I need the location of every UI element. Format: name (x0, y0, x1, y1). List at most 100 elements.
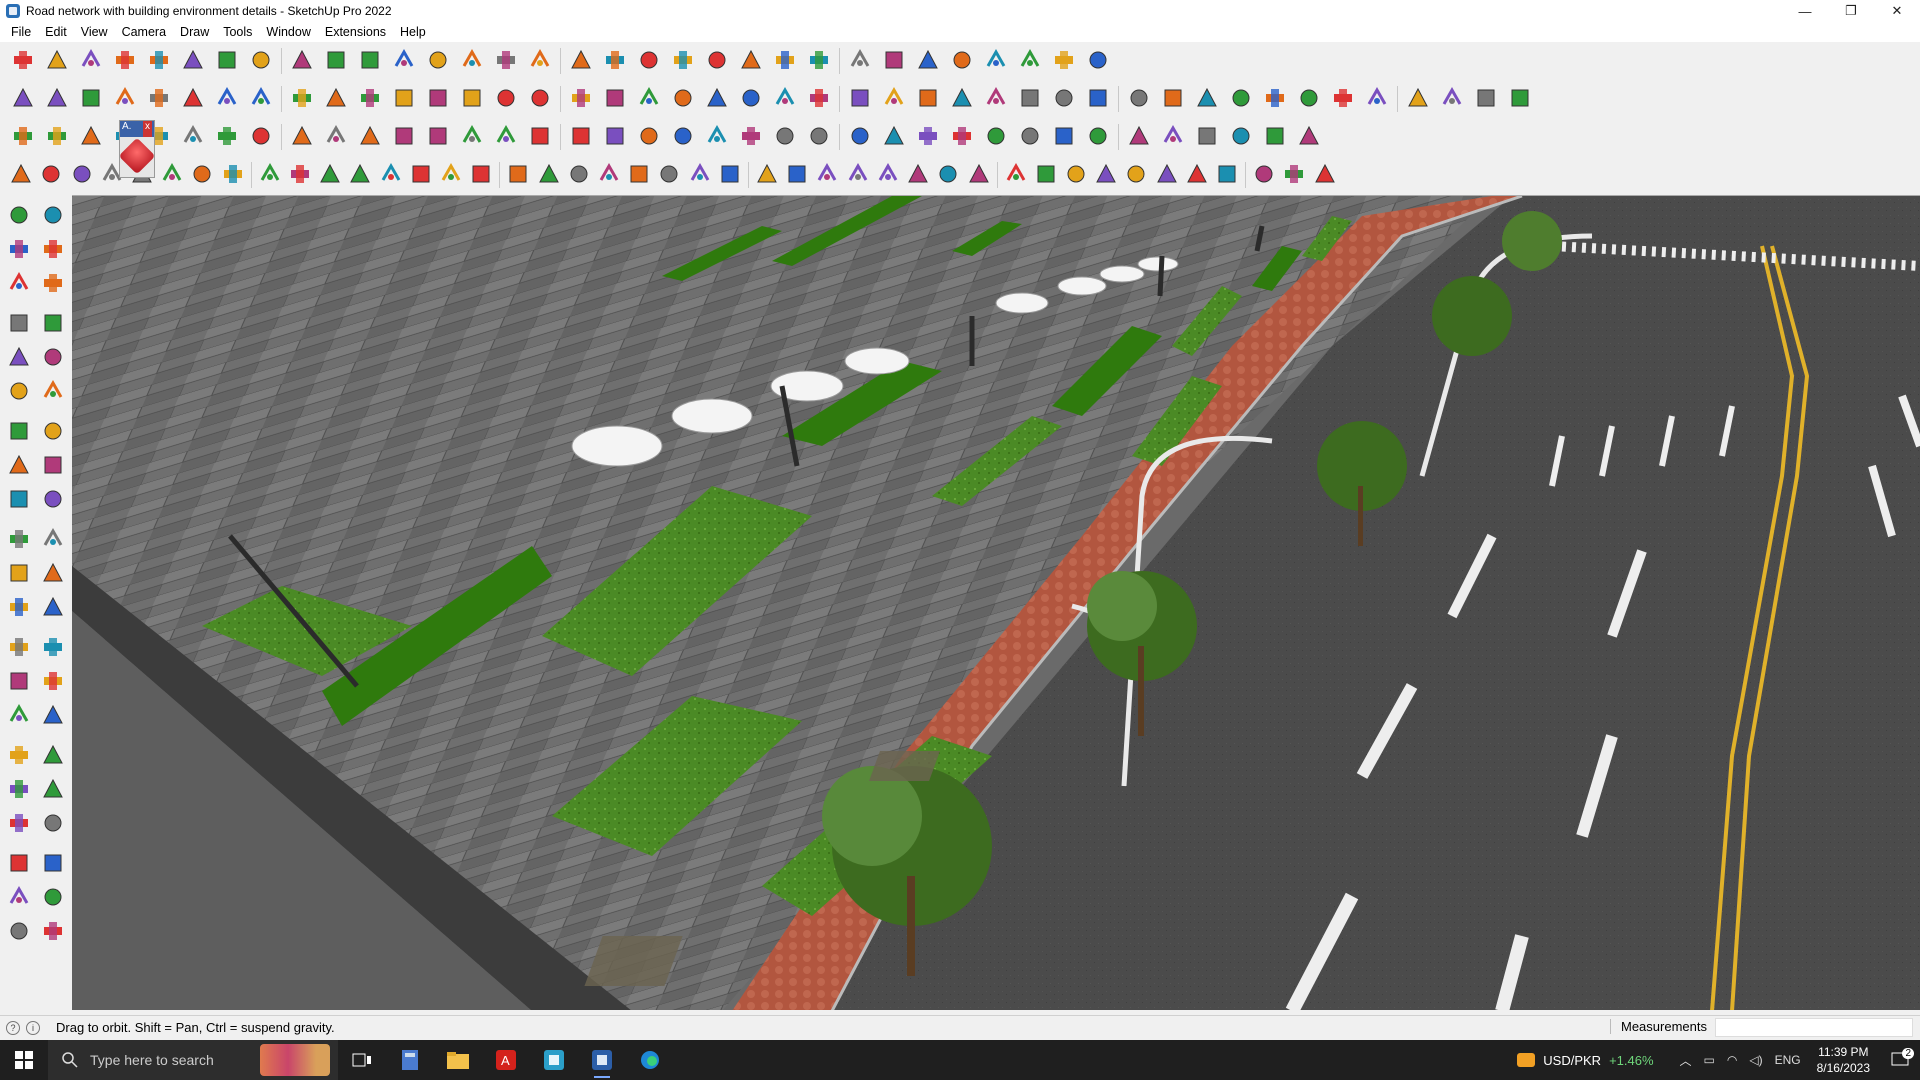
cube-red-button[interactable] (947, 122, 977, 152)
shape-parallelogram-button[interactable] (1015, 84, 1045, 114)
outliner-tool[interactable] (38, 917, 68, 947)
tape-measure-button[interactable] (389, 46, 419, 76)
waffle-button[interactable] (1158, 122, 1188, 152)
follow-me-tool[interactable] (38, 525, 68, 555)
hatch4-button[interactable] (1093, 160, 1119, 190)
zoom-extents-tool[interactable] (4, 775, 34, 805)
rock-button[interactable] (1312, 160, 1338, 190)
calculator-icon[interactable] (386, 1040, 434, 1080)
sketchup-taskbar-icon[interactable] (578, 1040, 626, 1080)
rotated-rect-tool[interactable] (38, 343, 68, 373)
zoom-prev-tool[interactable] (38, 775, 68, 805)
zoom-window-tool[interactable] (38, 741, 68, 771)
slope-button[interactable] (1251, 160, 1277, 190)
red-line-button[interactable] (438, 160, 464, 190)
layers-button[interactable] (736, 46, 766, 76)
blue-cross-button[interactable] (566, 122, 596, 152)
pan-button[interactable] (525, 46, 555, 76)
leaf-button[interactable] (656, 160, 682, 190)
close-button[interactable]: ✕ (1874, 0, 1920, 22)
sphere-wire-button[interactable] (317, 160, 343, 190)
zoom-extents-button[interactable] (600, 46, 630, 76)
arrows-button[interactable] (814, 160, 840, 190)
layers-tool[interactable] (4, 917, 34, 947)
strands-button[interactable] (1281, 160, 1307, 190)
stairs2-button[interactable] (905, 160, 931, 190)
shape-ellipse-button[interactable] (981, 84, 1011, 114)
columns-button[interactable] (566, 160, 592, 190)
loop-button[interactable] (212, 122, 242, 152)
sandbox-button[interactable] (355, 84, 385, 114)
gray-tile-button[interactable] (178, 122, 208, 152)
red-square-button[interactable] (246, 122, 276, 152)
measurements-field[interactable] (1715, 1018, 1913, 1037)
gem-button[interactable] (1015, 122, 1045, 152)
front-view-button[interactable] (178, 84, 208, 114)
line-tool[interactable] (4, 309, 34, 339)
text-tool[interactable] (38, 633, 68, 663)
blue-tile-button[interactable] (42, 122, 72, 152)
curve-button[interactable] (1158, 84, 1188, 114)
rotate-button[interactable] (321, 46, 351, 76)
tree-button[interactable] (913, 122, 943, 152)
warehouse-button[interactable] (770, 84, 800, 114)
geo-location-icon[interactable]: ? (6, 1020, 20, 1035)
ladder-button[interactable] (717, 160, 743, 190)
car-button[interactable] (68, 160, 94, 190)
orbit-tool-tool[interactable] (38, 201, 68, 231)
paint-bucket-button[interactable] (178, 46, 208, 76)
scatter-button[interactable] (1226, 122, 1256, 152)
grid-button[interactable] (1328, 84, 1358, 114)
undo-button[interactable] (1015, 46, 1045, 76)
dimension-button[interactable] (947, 46, 977, 76)
menu-view[interactable]: View (74, 25, 115, 39)
zoom-button[interactable] (8, 46, 38, 76)
walk-tool[interactable] (4, 849, 34, 879)
zoom-tool[interactable] (4, 741, 34, 771)
cube-wire-button[interactable] (287, 160, 313, 190)
yellow-tile-button[interactable] (76, 122, 106, 152)
start-button[interactable] (0, 1040, 48, 1080)
section-plane-button[interactable] (634, 46, 664, 76)
polygon-button[interactable] (159, 160, 185, 190)
hatch2-button[interactable] (1033, 160, 1059, 190)
feather-button[interactable] (754, 160, 780, 190)
stairs-button[interactable] (913, 46, 943, 76)
shoe-button[interactable] (468, 160, 494, 190)
info-icon[interactable]: i (26, 1020, 40, 1035)
circle-tool[interactable] (4, 377, 34, 407)
section-button[interactable] (389, 84, 419, 114)
house-button[interactable] (702, 84, 732, 114)
move-tool[interactable] (4, 485, 34, 515)
menu-help[interactable]: Help (393, 25, 433, 39)
hatch-button[interactable] (1003, 160, 1029, 190)
hand-button[interactable] (626, 160, 652, 190)
scale-tool[interactable] (4, 559, 34, 589)
top-view-button[interactable] (144, 84, 174, 114)
bottom-view-button[interactable] (321, 84, 351, 114)
monochrome-button[interactable] (668, 84, 698, 114)
waffle2-button[interactable] (1192, 122, 1222, 152)
paint-button[interactable] (457, 46, 487, 76)
menu-extensions[interactable]: Extensions (318, 25, 393, 39)
iso-view-button[interactable] (110, 84, 140, 114)
styles-button[interactable] (76, 84, 106, 114)
shape-polygon-button[interactable] (947, 84, 977, 114)
x-ray-button[interactable] (457, 84, 487, 114)
restore-button[interactable]: ❐ (1828, 0, 1874, 22)
protractor-button[interactable] (981, 46, 1011, 76)
language-indicator[interactable]: ENG (1775, 1053, 1801, 1067)
3d-text-tool[interactable] (38, 667, 68, 697)
flatten-button[interactable] (1362, 84, 1392, 114)
smoove-button[interactable] (1471, 84, 1501, 114)
camera-button[interactable] (804, 46, 834, 76)
cone-button[interactable] (600, 122, 630, 152)
back-view-button[interactable] (246, 84, 276, 114)
vent-button[interactable] (1123, 160, 1149, 190)
ruby-gem-icon[interactable] (118, 137, 156, 175)
green-cross-button[interactable] (525, 122, 555, 152)
extension-button[interactable] (804, 84, 834, 114)
shape-rotate-button[interactable] (1083, 84, 1113, 114)
curve-red-button[interactable] (38, 160, 64, 190)
select-button[interactable] (42, 46, 72, 76)
